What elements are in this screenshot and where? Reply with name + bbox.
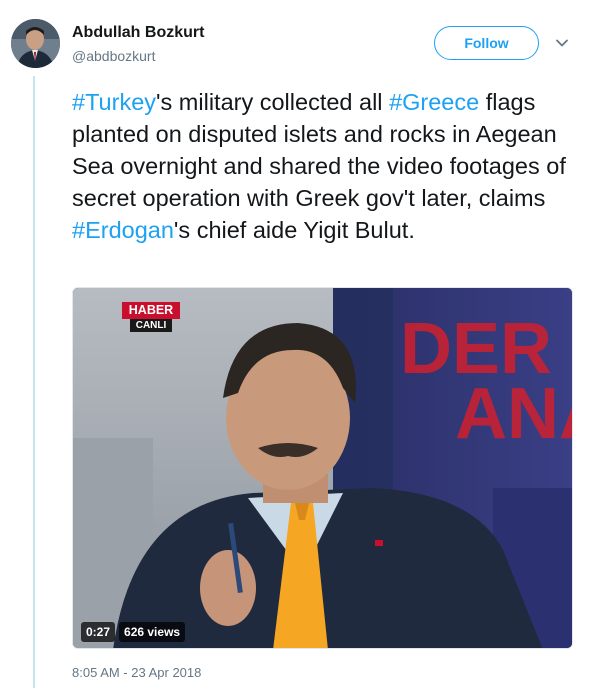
- hashtag-link[interactable]: #Erdogan: [72, 217, 174, 243]
- follow-button[interactable]: Follow: [434, 26, 539, 60]
- tweet-text-segment: 's chief aide Yigit Bulut.: [173, 217, 415, 243]
- video-duration: 0:27: [81, 622, 116, 642]
- video-player[interactable]: DER ANA HABER CANLI 0:27 626 views: [72, 287, 573, 649]
- channel-logo-bottom: CANLI: [130, 319, 172, 332]
- author-handle[interactable]: @abdbozkurt: [72, 48, 155, 64]
- video-views: 626 views: [119, 622, 186, 642]
- avatar[interactable]: [11, 19, 60, 68]
- thread-line: [33, 76, 35, 688]
- tweet-text-segment: 's military collected all: [156, 89, 390, 115]
- profile-photo: [11, 19, 60, 68]
- hashtag-link[interactable]: #Greece: [389, 89, 479, 115]
- author-name[interactable]: Abdullah Bozkurt: [72, 24, 204, 42]
- video-info-badges: 0:27 626 views: [81, 622, 186, 642]
- chevron-down-icon[interactable]: [555, 36, 569, 50]
- backdrop-text-bottom: ANA: [455, 374, 573, 454]
- tweet-text: #Turkey's military collected all #Greece…: [72, 86, 572, 246]
- video-thumbnail: DER ANA: [73, 288, 573, 648]
- tweet-timestamp[interactable]: 8:05 AM - 23 Apr 2018: [72, 665, 201, 680]
- hashtag-link[interactable]: #Turkey: [72, 89, 156, 115]
- channel-logo-top: HABER: [122, 302, 180, 319]
- channel-logo: HABER CANLI: [122, 302, 180, 332]
